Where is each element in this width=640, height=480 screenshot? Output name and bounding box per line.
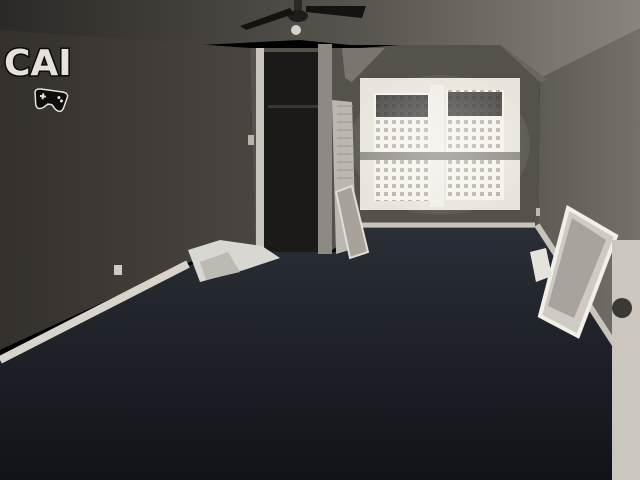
closet-trim-right [318,44,332,254]
right-door-edge [612,240,640,480]
wall-switch [248,135,254,145]
room-photo: CAI [0,0,640,480]
door-knob [612,298,632,318]
wall-decal-text: CAI [4,43,72,84]
wall-outlet-right [536,208,540,216]
wall-outlet-left [114,265,122,275]
closet-doorway [262,52,322,252]
closet-shelf [268,105,318,108]
closet-trim-left [256,48,264,248]
window-unit [350,75,530,215]
